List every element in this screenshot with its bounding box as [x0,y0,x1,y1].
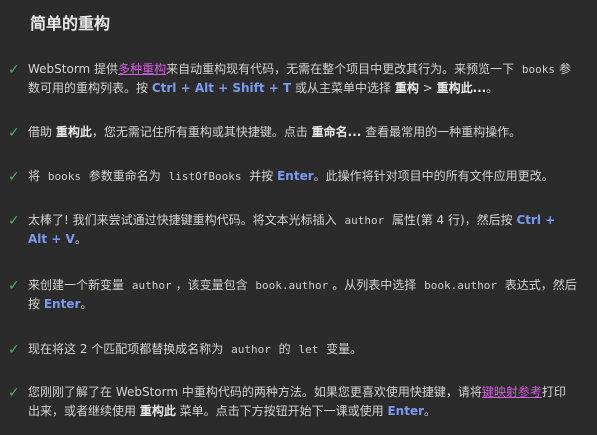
check-icon: ✓ [8,385,20,401]
shortcut: Enter [277,169,314,183]
step-text: WebStorm 提供多种重构来自动重构现有代码，无需在整个项目中更改其行为。来… [28,60,577,98]
code-ref: author [231,343,271,356]
check-icon: ✓ [8,62,20,78]
code-ref: listOfBooks [168,170,242,183]
check-icon: ✓ [8,169,20,185]
menu-ref: 重构 [394,81,419,95]
step-text-span: 。 [424,404,437,418]
code-ref: book.author [424,279,497,292]
step-text-span: 太棒了! 我们来尝试通过快捷键重构代码。将文本光标插入 [28,213,341,227]
step-text-span: 来自动重构现有代码，无需在整个项目中更改其行为。来预览一下 [166,62,518,76]
step-text-span: > [418,81,437,95]
step-text-span: 的 [274,342,295,356]
menu-ref: 重构此 [139,404,176,418]
step-text-span: 查看最常用的一种重构操作。 [361,125,522,139]
step-4: ✓ 太棒了! 我们来尝试通过快捷键重构代码。将文本光标插入 author 属性(… [8,211,577,249]
step-text: 您刚刚了解了在 WebStorm 中重构代码的两种方法。如果您更喜欢使用快捷键，… [28,383,577,421]
step-text-span: 将 [28,169,44,183]
step-text: 现在将这 2 个匹配项都替换成名称为 author 的 let 变量。 [28,340,577,359]
check-icon: ✓ [8,213,20,229]
check-icon: ✓ [8,278,20,294]
step-text: 来创建一个新变量 author ，该变量包含 book.author 。从列表中选择… [28,276,577,314]
step-text: 借助 重构此，您无需记住所有重构或其快捷键。点击 重命名... 查看最常用的一种… [28,123,577,142]
step-1: ✓ WebStorm 提供多种重构来自动重构现有代码，无需在整个项目中更改其行为… [8,60,577,98]
code-ref: books [521,63,556,76]
step-text: 太棒了! 我们来尝试通过快捷键重构代码。将文本光标插入 author 属性(第 … [28,211,577,249]
step-text-span: 并按 [245,169,278,183]
code-ref: books [47,170,81,183]
check-icon: ✓ [8,342,20,358]
step-text-span: 现在将这 2 个匹配项都替换成名称为 [28,342,228,356]
check-icon: ✓ [8,125,20,141]
step-5: ✓ 来创建一个新变量 author ，该变量包含 book.author 。从列表中… [8,276,577,314]
menu-ref: 重构此 [55,125,92,139]
step-text-span: ，您无需记住所有重构或其快捷键。点击 [91,125,312,139]
doc-link[interactable]: 键映射参考 [482,385,542,399]
step-text-span: 。 [74,232,87,246]
step-7: ✓ 您刚刚了解了在 WebStorm 中重构代码的两种方法。如果您更喜欢使用快捷… [8,383,577,421]
step-text-span: 。此操作将针对项目中的所有文件应用更改。 [313,169,554,183]
step-text-span: ，该变量包含 [175,278,252,292]
code-ref: author [131,279,172,292]
step-text-span: 变量。 [322,342,363,356]
step-text-span: WebStorm 提供 [28,62,119,76]
step-text-span: 。从列表中选择 [332,278,421,292]
step-6: ✓ 现在将这 2 个匹配项都替换成名称为 author 的 let 变量。 [8,340,577,360]
step-3: ✓ 将 books 参数重命名为 listOfBooks 并按 Enter。此操… [8,167,577,187]
shortcut: Ctrl + Alt + Shift + T [151,81,292,95]
step-text-span: 参数重命名为 [84,169,165,183]
code-ref: book.author [255,279,329,292]
step-text: 将 books 参数重命名为 listOfBooks 并按 Enter。此操作将… [28,167,577,186]
step-text-span: 属性(第 4 行)，然后按 [388,213,517,227]
step-text-span: 借助 [28,125,56,139]
shortcut: Enter [387,404,425,418]
code-ref: author [344,214,385,227]
shortcut: Enter [43,297,81,311]
step-text-span: 菜单。点击下方按钮开始下一课或使用 [175,404,388,418]
code-ref: let [298,343,319,356]
step-text-span: 或从主菜单中选择 [291,81,395,95]
doc-link[interactable]: 多种重构 [118,62,166,76]
step-text-span: 来创建一个新变量 [28,278,128,292]
step-text-span: 。 [486,81,499,95]
menu-ref: 重构此... [436,81,487,95]
lesson-title: 简单的重构 [30,14,111,33]
step-2: ✓ 借助 重构此，您无需记住所有重构或其快捷键。点击 重命名... 查看最常用的… [8,123,577,143]
step-text-span: 您刚刚了解了在 WebStorm 中重构代码的两种方法。如果您更喜欢使用快捷键，… [28,385,482,399]
menu-ref: 重命名... [311,125,362,139]
step-text-span: 。 [80,297,93,311]
